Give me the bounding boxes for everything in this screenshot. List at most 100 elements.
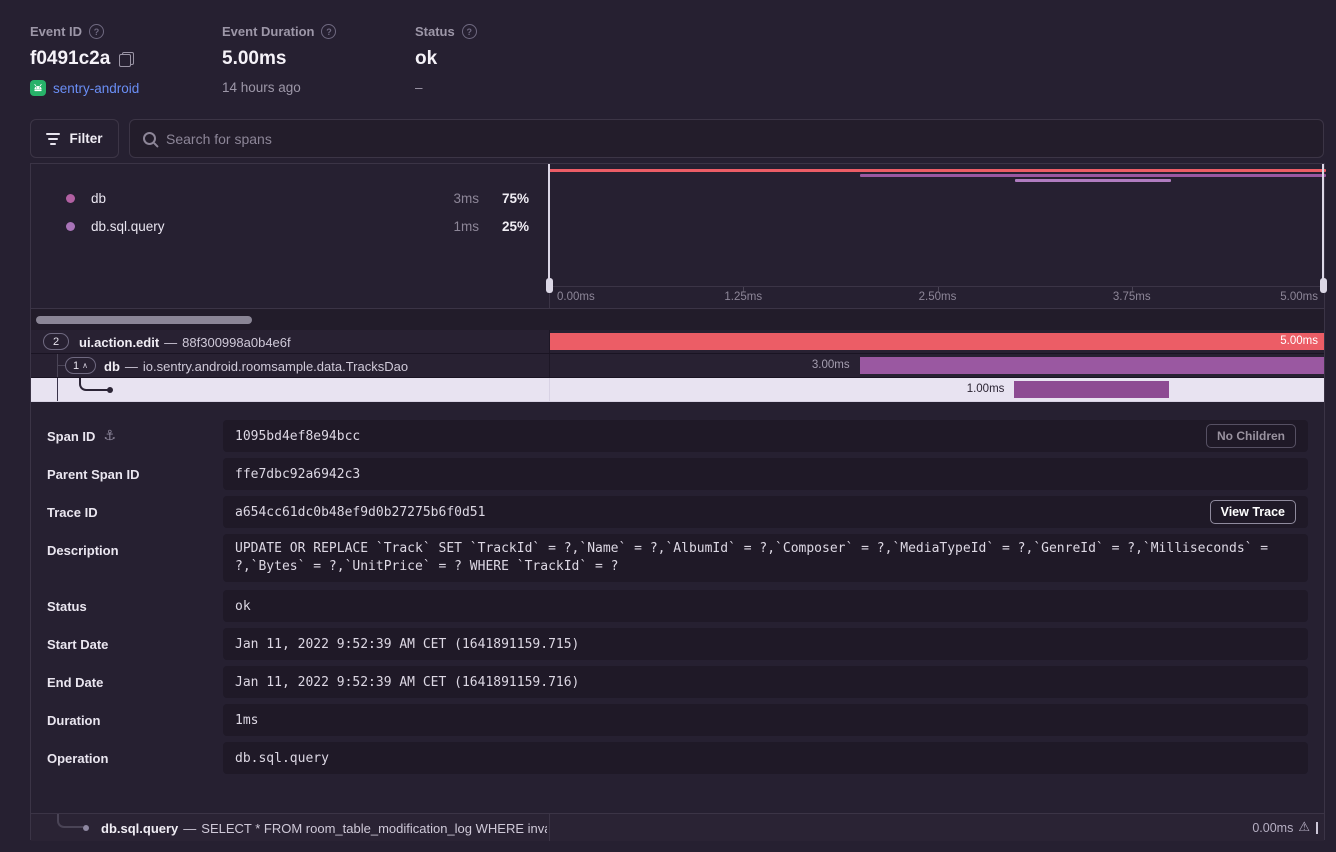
minimap-right-handle[interactable]	[1322, 164, 1324, 286]
operation-value: db.sql.query	[235, 751, 329, 766]
children-count-badge[interactable]: 2	[43, 333, 69, 350]
op-duration: 3ms	[453, 191, 479, 206]
copy-icon[interactable]	[119, 52, 134, 67]
op-percent: 75%	[502, 191, 529, 206]
span-duration-value-box: 1ms	[223, 704, 1308, 736]
horizontal-scrollbar[interactable]	[36, 316, 252, 324]
op-summary-row: db 3ms 75%	[31, 185, 549, 211]
help-icon[interactable]: ?	[462, 24, 477, 39]
span-op: db	[104, 359, 120, 374]
parent-span-id-label: Parent Span ID	[47, 458, 139, 490]
span-op: ui.action.edit	[79, 335, 159, 350]
description-value: UPDATE OR REPLACE `Track` SET `TrackId` …	[235, 540, 1296, 576]
operation-label: Operation	[47, 742, 108, 774]
trace-id-value-box: a654cc61dc0b48ef9d0b27275b6f0d51 View Tr…	[223, 496, 1308, 528]
span-duration-label: 5.00ms	[1280, 335, 1318, 347]
minimap-span-bar	[1015, 179, 1170, 182]
op-summary-row: db.sql.query 1ms 25%	[31, 213, 549, 239]
project-link[interactable]: sentry-android	[53, 81, 139, 96]
span-duration-value: 1ms	[235, 713, 258, 728]
axis-tick-label: 3.75ms	[1113, 291, 1151, 303]
leaf-span-dot	[107, 387, 113, 393]
event-id-value: f0491c2a	[30, 48, 110, 70]
op-percent: 25%	[502, 219, 529, 234]
status-label: Status	[415, 24, 455, 39]
span-duration-label: 0.00ms	[1252, 821, 1293, 835]
zero-duration-marker	[1316, 822, 1318, 834]
end-date-value-box: Jan 11, 2022 9:52:39 AM CET (1641891159.…	[223, 666, 1308, 698]
android-platform-icon	[30, 80, 46, 96]
spans-panel: db 3ms 75% db.sql.query 1ms 25% 0.00ms 1…	[30, 163, 1325, 840]
filter-button-label: Filter	[69, 131, 102, 146]
help-icon[interactable]: ?	[89, 24, 104, 39]
op-color-dot	[66, 222, 75, 231]
anchor-icon[interactable]: ⚓	[103, 428, 116, 444]
chevron-up-icon: ∧	[82, 361, 88, 370]
minimap-span-bar	[549, 169, 1326, 172]
span-tree-row-db-sql-query-selected[interactable]: db.sql.query—UPDATE OR REPLACE `Track` S…	[31, 378, 1324, 402]
span-description: 88f300998a0b4e6f	[182, 335, 290, 350]
status-column: Status ? ok –	[415, 24, 477, 95]
description-label: Description	[47, 534, 119, 566]
tree-connector-branch	[58, 365, 65, 366]
span-id-value: 1095bd4ef8e94bcc	[235, 429, 360, 444]
span-id-label: Span ID⚓	[47, 420, 116, 452]
span-search-bar[interactable]	[129, 119, 1324, 158]
parent-span-id-value: ffe7dbc92a6942c3	[235, 467, 360, 482]
view-trace-button[interactable]: View Trace	[1210, 500, 1296, 524]
span-status-label: Status	[47, 590, 87, 622]
search-input[interactable]	[166, 131, 1310, 147]
tree-connector-elbow	[57, 814, 83, 828]
event-duration-column: Event Duration ? 5.00ms 14 hours ago	[222, 24, 336, 95]
span-tree-row-db-sql-query-select[interactable]: db.sql.query—SELECT * FROM room_table_mo…	[31, 813, 1324, 841]
span-duration-bar[interactable]	[1014, 381, 1169, 398]
tree-scroll-strip	[31, 308, 1324, 330]
start-date-value-box: Jan 11, 2022 9:52:39 AM CET (1641891159.…	[223, 628, 1308, 660]
span-duration-label: 3.00ms	[812, 359, 850, 371]
children-count-badge[interactable]: 1∧	[65, 357, 96, 374]
axis-tick-label: 1.25ms	[724, 291, 762, 303]
minimap-span-bar	[860, 174, 1326, 177]
leaf-span-dot	[83, 825, 89, 831]
filter-button[interactable]: Filter	[30, 119, 119, 158]
event-time-ago: 14 hours ago	[222, 80, 301, 95]
span-op: db.sql.query	[101, 821, 178, 836]
start-date-value: Jan 11, 2022 9:52:39 AM CET (1641891159.…	[235, 637, 579, 652]
span-duration-detail-label: Duration	[47, 704, 100, 736]
no-children-badge: No Children	[1206, 424, 1296, 448]
span-status-value: ok	[235, 599, 251, 614]
event-id-column: Event ID ? f0491c2a sentry-android	[30, 24, 139, 96]
op-name: db	[91, 191, 106, 206]
filter-icon	[46, 133, 60, 145]
row-divider	[549, 814, 550, 841]
trace-id-value: a654cc61dc0b48ef9d0b27275b6f0d51	[235, 505, 485, 520]
status-trend: –	[415, 80, 423, 95]
end-date-label: End Date	[47, 666, 103, 698]
span-status-value-box: ok	[223, 590, 1308, 622]
trace-id-label: Trace ID	[47, 496, 98, 528]
axis-tick-label: 0.00ms	[557, 291, 595, 303]
span-id-value-box: 1095bd4ef8e94bcc No Children	[223, 420, 1308, 452]
tree-connector-line	[57, 378, 58, 401]
op-name: db.sql.query	[91, 219, 165, 234]
end-date-value: Jan 11, 2022 9:52:39 AM CET (1641891159.…	[235, 675, 579, 690]
start-date-label: Start Date	[47, 628, 108, 660]
op-duration: 1ms	[453, 219, 479, 234]
span-description: SELECT * FROM room_table_modification_lo…	[201, 821, 547, 836]
span-duration-bar[interactable]: 5.00ms	[550, 333, 1324, 350]
status-value: ok	[415, 48, 437, 70]
operation-value-box: db.sql.query	[223, 742, 1308, 774]
span-tree-row-db[interactable]: 1∧ db—io.sentry.android.roomsample.data.…	[31, 354, 1324, 378]
description-value-box: UPDATE OR REPLACE `Track` SET `TrackId` …	[223, 534, 1308, 582]
minimap-left-handle[interactable]	[548, 164, 550, 286]
event-id-label: Event ID	[30, 24, 82, 39]
trace-minimap[interactable]	[549, 164, 1326, 286]
warning-icon: ⚠	[1298, 820, 1310, 835]
span-tree-row-ui-action-edit[interactable]: 2 ui.action.edit—88f300998a0b4e6f 5.00ms	[31, 330, 1324, 354]
axis-tick-label: 2.50ms	[919, 291, 957, 303]
event-duration-value: 5.00ms	[222, 48, 286, 70]
event-id-label-row: Event ID ?	[30, 24, 139, 39]
span-duration-bar[interactable]	[860, 357, 1324, 374]
event-duration-label: Event Duration	[222, 24, 314, 39]
help-icon[interactable]: ?	[321, 24, 336, 39]
